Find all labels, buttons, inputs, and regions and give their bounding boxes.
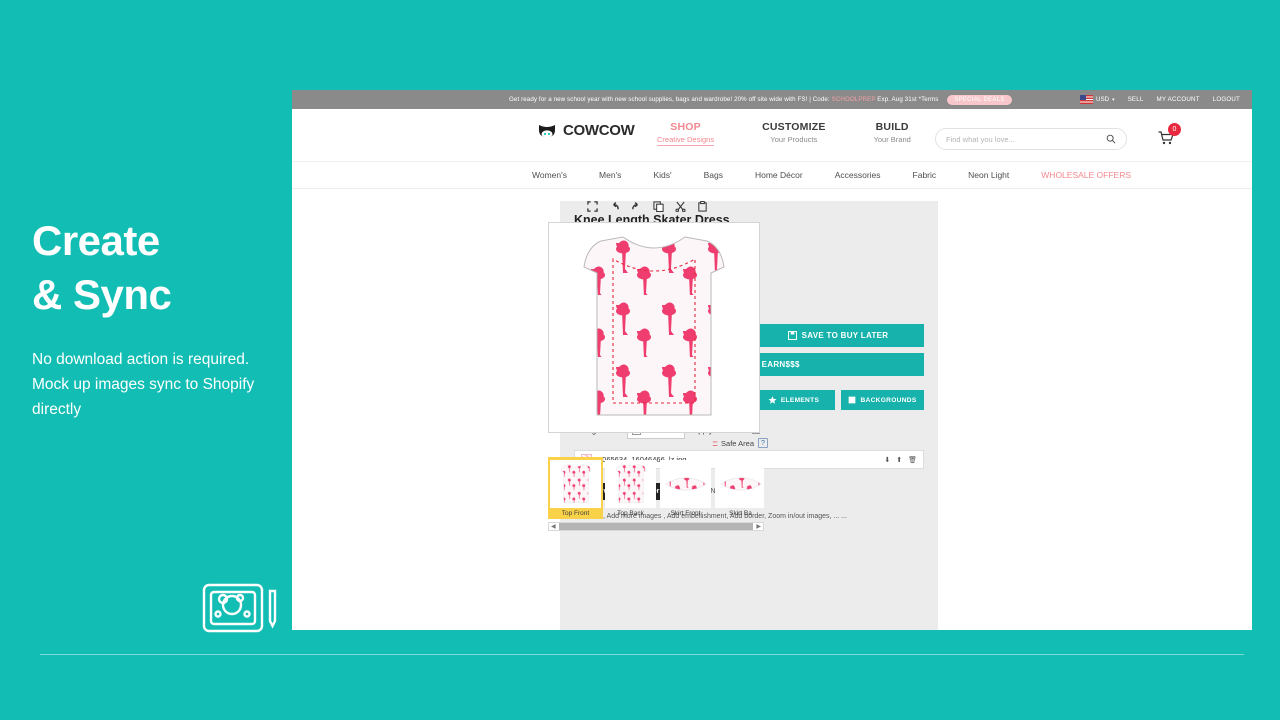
promo-message: Get ready for a new school year with new… xyxy=(509,95,1012,105)
top-back-thumb-icon xyxy=(615,464,646,503)
thumbnail-skirt-front[interactable]: Skirt Front xyxy=(658,457,713,519)
thumbnail-image xyxy=(605,460,656,508)
catnav-kids[interactable]: Kids' xyxy=(653,170,671,180)
cart-button[interactable]: 0 xyxy=(1158,123,1181,150)
catnav-mens[interactable]: Men's xyxy=(599,170,621,180)
thumbnail-image xyxy=(660,460,711,508)
search-box[interactable] xyxy=(935,128,1127,150)
thumbnail-image xyxy=(715,460,764,508)
main-content: :::: Safe Area ? Top Front Top Back Skir… xyxy=(292,189,1252,630)
safe-area-label: Safe Area xyxy=(721,438,754,448)
thumbnail-scrollbar[interactable]: ◀ ▶ xyxy=(548,522,764,531)
nav-build-sub: Your Brand xyxy=(873,135,911,144)
nav-shop[interactable]: SHOP Creative Designs xyxy=(657,121,715,146)
scrollbar-thumb[interactable] xyxy=(558,523,754,530)
main-nav: SHOP Creative Designs CUSTOMIZE Your Pro… xyxy=(657,121,911,146)
view-thumbnails: Top Front Top Back Skirt Front Skirt Ba xyxy=(548,457,764,519)
chevron-down-icon: ▾ xyxy=(1112,96,1115,103)
skirt-front-thumb-icon xyxy=(664,477,707,491)
nav-build[interactable]: BUILD Your Brand xyxy=(874,121,911,146)
catnav-home-decor[interactable]: Home Décor xyxy=(755,170,803,180)
redo-icon[interactable] xyxy=(631,201,642,212)
cart-count-badge: 0 xyxy=(1168,123,1181,136)
top-front-thumb-icon xyxy=(560,464,591,503)
paste-icon[interactable] xyxy=(697,201,708,212)
canvas-toolbar xyxy=(542,201,792,212)
nav-shop-sub: Creative Designs xyxy=(657,135,715,146)
topbar-link-sell[interactable]: SELL xyxy=(1128,96,1144,103)
promo-expiry: Exp. Aug 31st *Terms xyxy=(877,96,939,103)
topbar-links: USD ▾ SELL MY ACCOUNT LOGOUT xyxy=(1080,95,1240,104)
trash-icon[interactable]: 🗑 xyxy=(908,456,917,464)
special-deals-badge[interactable]: SPECIAL DEALS xyxy=(947,95,1012,105)
catnav-womens[interactable]: Women's xyxy=(532,170,567,180)
garment-preview xyxy=(583,235,725,415)
catnav-fabric[interactable]: Fabric xyxy=(913,170,937,180)
us-flag-icon xyxy=(1080,95,1093,104)
currency-selector[interactable]: USD ▾ xyxy=(1080,95,1115,104)
search-input[interactable] xyxy=(946,134,1106,144)
thumbnail-skirt-back[interactable]: Skirt Ba xyxy=(713,457,764,519)
backgrounds-label: BACKGROUNDS xyxy=(860,396,917,404)
undo-icon[interactable] xyxy=(609,201,620,212)
safe-area-dash-icon: :::: xyxy=(712,438,718,448)
layer-actions: ⬇ ⬆ 🗑 xyxy=(884,456,917,464)
fullscreen-icon[interactable] xyxy=(586,201,598,212)
promo-title-line1: Create xyxy=(32,217,160,264)
product-canvas[interactable] xyxy=(548,222,760,433)
top-promo-bar: Get ready for a new school year with new… xyxy=(292,90,1252,109)
backgrounds-button[interactable]: BACKGROUNDS xyxy=(841,390,924,410)
square-icon xyxy=(849,396,856,404)
logo-text: COWCOW xyxy=(563,122,635,139)
category-nav: Women's Men's Kids' Bags Home Décor Acce… xyxy=(292,161,1252,189)
design-canvas-area: :::: Safe Area ? Top Front Top Back Skir… xyxy=(542,201,792,531)
thumbnail-label: Skirt Front xyxy=(670,510,701,517)
nav-customize-sub: Your Products xyxy=(770,135,818,144)
copy-icon[interactable] xyxy=(652,201,664,212)
designer-column: :::: Safe Area ? Top Front Top Back Skir… xyxy=(292,201,768,630)
search-icon[interactable] xyxy=(1106,134,1116,144)
site-header: COWCOW SHOP Creative Designs CUSTOMIZE Y… xyxy=(292,109,1252,161)
thumbnail-top-back[interactable]: Top Back xyxy=(603,457,658,519)
scroll-right-icon[interactable]: ▶ xyxy=(754,523,763,530)
help-icon[interactable]: ? xyxy=(758,438,768,448)
catnav-neon-light[interactable]: Neon Light xyxy=(968,170,1009,180)
promo-body: No download action is required. Mock up … xyxy=(32,351,255,419)
catnav-bags[interactable]: Bags xyxy=(704,170,723,180)
nav-build-title: BUILD xyxy=(875,121,909,133)
catnav-accessories[interactable]: Accessories xyxy=(835,170,881,180)
nav-shop-title: SHOP xyxy=(670,121,701,133)
promo-code: SCHOOLPREP xyxy=(831,96,876,103)
nav-customize-title: CUSTOMIZE xyxy=(762,121,826,133)
promo-message-text: Get ready for a new school year with new… xyxy=(509,96,830,103)
move-down-icon[interactable]: ⬇ xyxy=(884,456,890,464)
divider-rule xyxy=(40,654,1244,655)
thumbnail-image xyxy=(550,460,601,508)
site-logo[interactable]: COWCOW xyxy=(537,122,635,139)
currency-label: USD xyxy=(1096,96,1110,103)
safe-area-legend: :::: Safe Area ? xyxy=(542,438,768,448)
drawing-tablet-icon xyxy=(202,581,280,635)
promo-title-line2: & Sync xyxy=(32,270,172,318)
skirt-back-thumb-icon xyxy=(719,477,762,491)
thumbnail-label: Top Front xyxy=(561,510,590,517)
scroll-left-icon[interactable]: ◀ xyxy=(549,523,558,530)
thumbnail-label: Top Back xyxy=(617,510,644,517)
move-up-icon[interactable]: ⬆ xyxy=(896,456,902,464)
promo-panel: Create & Sync No download action is requ… xyxy=(0,0,1244,720)
topbar-link-logout[interactable]: LOGOUT xyxy=(1213,96,1240,103)
topbar-link-my-account[interactable]: MY ACCOUNT xyxy=(1157,96,1200,103)
cow-icon xyxy=(539,124,555,138)
cut-icon[interactable] xyxy=(674,201,686,212)
browser-window: Get ready for a new school year with new… xyxy=(292,90,1252,630)
thumbnail-label: Skirt Ba xyxy=(729,510,752,517)
save-to-buy-later-label: SAVE TO BUY LATER xyxy=(801,331,889,340)
thumbnail-top-front[interactable]: Top Front xyxy=(548,457,603,519)
nav-customize[interactable]: CUSTOMIZE Your Products xyxy=(762,121,825,146)
catnav-wholesale-offers[interactable]: WHOLESALE OFFERS xyxy=(1041,170,1131,180)
promo-title: Create & Sync xyxy=(32,214,172,322)
